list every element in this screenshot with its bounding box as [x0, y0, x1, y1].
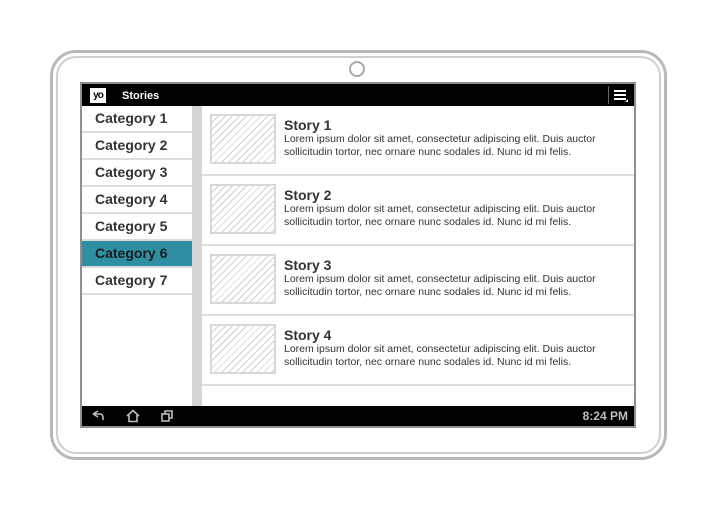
story-thumbnail	[210, 184, 276, 234]
category-item-5[interactable]: Category 5	[82, 214, 192, 241]
recent-apps-icon	[161, 410, 173, 422]
back-button[interactable]	[90, 409, 106, 423]
story-thumbnail	[210, 114, 276, 164]
category-item-4[interactable]: Category 4	[82, 187, 192, 214]
story-item-4[interactable]: Story 4 Lorem ipsum dolor sit amet, cons…	[202, 316, 634, 386]
back-arrow-icon	[92, 410, 104, 420]
story-title: Story 2	[284, 187, 332, 203]
story-summary: Lorem ipsum dolor sit amet, consectetur …	[284, 273, 596, 298]
status-clock: 8:24 PM	[582, 409, 628, 423]
story-title: Story 1	[284, 117, 332, 133]
story-thumbnail	[210, 324, 276, 374]
home-button[interactable]	[125, 409, 141, 423]
category-list: Category 1 Category 2 Category 3 Categor…	[82, 106, 192, 406]
story-title: Story 4	[284, 327, 332, 343]
category-item-1[interactable]: Category 1	[82, 106, 192, 133]
system-nav-bar: 8:24 PM	[82, 406, 634, 426]
story-title: Story 3	[284, 257, 332, 273]
story-list: Story 1 Lorem ipsum dolor sit amet, cons…	[202, 106, 634, 406]
story-thumbnail	[210, 254, 276, 304]
story-summary: Lorem ipsum dolor sit amet, consectetur …	[284, 203, 596, 228]
story-summary: Lorem ipsum dolor sit amet, consectetur …	[284, 343, 596, 368]
category-item-3[interactable]: Category 3	[82, 160, 192, 187]
home-icon	[126, 409, 140, 423]
overflow-menu-icon	[614, 90, 628, 102]
app-title: Stories	[122, 90, 160, 102]
story-item-2[interactable]: Story 2 Lorem ipsum dolor sit amet, cons…	[202, 176, 634, 246]
overflow-menu-button[interactable]	[608, 86, 632, 104]
app-logo: yo	[90, 88, 106, 103]
recent-apps-button[interactable]	[160, 409, 176, 423]
camera-icon	[349, 61, 365, 77]
category-item-7[interactable]: Category 7	[82, 268, 192, 295]
story-item-3[interactable]: Story 3 Lorem ipsum dolor sit amet, cons…	[202, 246, 634, 316]
category-item-2[interactable]: Category 2	[82, 133, 192, 160]
category-item-6[interactable]: Category 6	[82, 241, 192, 268]
story-summary: Lorem ipsum dolor sit amet, consectetur …	[284, 133, 596, 158]
action-bar: yo Stories	[82, 84, 634, 106]
screen: yo Stories Category 1 Category 2 Categor…	[80, 82, 636, 428]
pane-divider[interactable]	[192, 106, 202, 406]
story-item-1[interactable]: Story 1 Lorem ipsum dolor sit amet, cons…	[202, 106, 634, 176]
